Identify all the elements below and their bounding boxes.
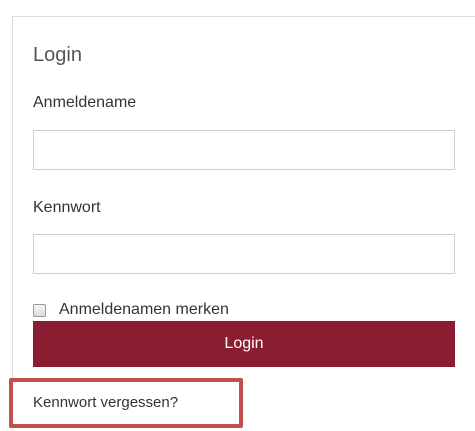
username-label: Anmeldename — [33, 94, 137, 111]
login-page: Login Anmeldename Kennwort Anmeldenamen … — [0, 0, 475, 431]
password-input[interactable] — [33, 234, 455, 274]
username-input[interactable] — [33, 130, 455, 170]
remember-checkbox[interactable] — [33, 303, 46, 317]
login-button[interactable]: Login — [33, 321, 455, 367]
remember-row: Anmeldenamen merken — [33, 298, 229, 322]
forgot-password-link[interactable]: Kennwort vergessen? — [33, 394, 178, 411]
panel-title: Login — [33, 44, 82, 66]
password-label: Kennwort — [33, 199, 101, 216]
remember-label[interactable]: Anmeldenamen merken — [59, 301, 229, 319]
